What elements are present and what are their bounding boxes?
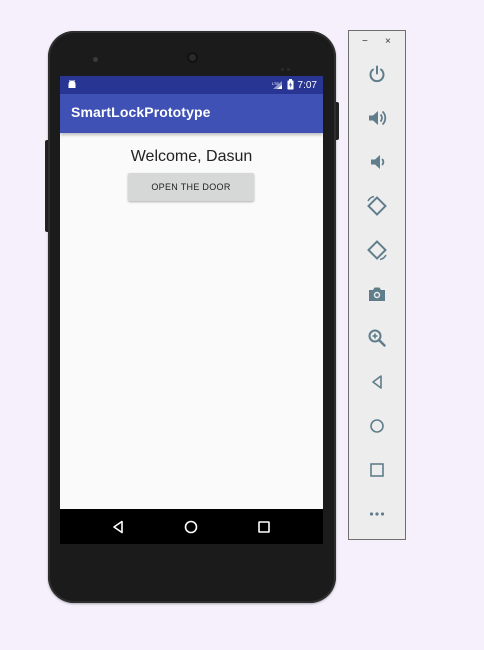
earpiece-camera (187, 52, 198, 63)
rotate-left-icon (367, 195, 387, 216)
overview-icon (370, 463, 384, 477)
battery-icon (287, 79, 294, 93)
toolbar-window-controls: − × (349, 36, 407, 49)
home-button[interactable] (364, 413, 390, 439)
nav-home-button[interactable] (181, 517, 201, 537)
power-button[interactable] (364, 61, 390, 87)
status-time: 7:07 (297, 80, 317, 91)
home-icon (370, 419, 384, 433)
signal-icon: LTE (272, 80, 283, 93)
zoom-icon (368, 329, 386, 347)
proximity-sensors (281, 58, 295, 71)
zoom-button[interactable] (364, 325, 390, 351)
back-icon (113, 520, 123, 534)
status-bar: LTE 7:07 (60, 76, 323, 94)
navigation-bar (60, 509, 323, 544)
more-button[interactable] (364, 501, 390, 527)
screenshot-button[interactable] (364, 281, 390, 307)
open-door-button[interactable]: OPEN THE DOOR (128, 173, 254, 201)
volume-up-icon (369, 110, 387, 126)
app-title: SmartLockPrototype (71, 104, 211, 120)
phone-screen: LTE 7:07 SmartLockPrototype Welcome, Das… (60, 76, 323, 544)
close-button[interactable]: × (385, 36, 391, 47)
home-icon (184, 520, 198, 534)
camera-icon (369, 287, 385, 301)
overview-button[interactable] (364, 457, 390, 483)
power-icon (369, 65, 385, 83)
welcome-text: Welcome, Dasun (130, 148, 253, 165)
more-icon (369, 512, 385, 516)
volume-down-icon (371, 155, 385, 169)
rotate-right-button[interactable] (364, 237, 390, 263)
rotate-left-button[interactable] (364, 193, 390, 219)
recents-icon (258, 521, 270, 533)
back-button[interactable] (364, 369, 390, 395)
svg-text:LTE: LTE (272, 81, 279, 86)
nav-back-button[interactable] (108, 517, 128, 537)
app-bar: SmartLockPrototype (60, 94, 323, 133)
rotate-right-icon (367, 240, 387, 261)
back-icon (372, 375, 382, 389)
volume-up-button[interactable] (364, 105, 390, 131)
minimize-button[interactable]: − (362, 36, 368, 47)
android-notification-icon (67, 79, 77, 92)
volume-down-button[interactable] (364, 149, 390, 175)
front-camera-dot (93, 57, 98, 62)
nav-recents-button[interactable] (254, 517, 274, 537)
emulator-toolbar: − × (348, 30, 406, 540)
